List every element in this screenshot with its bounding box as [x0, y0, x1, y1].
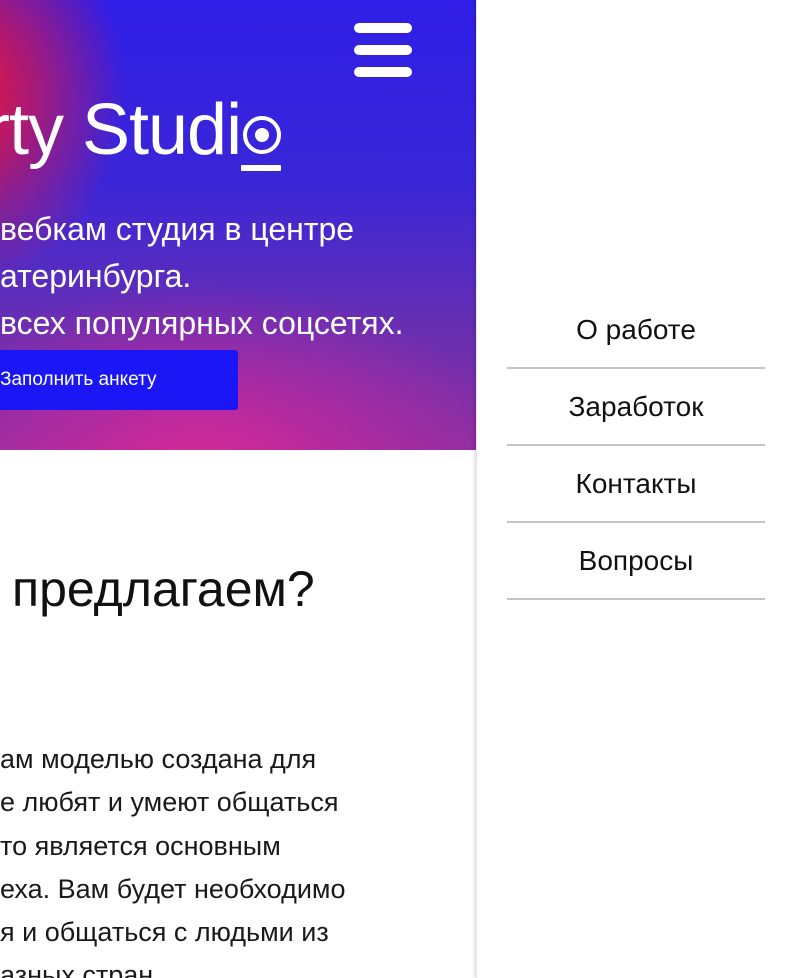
paragraph-line: еха. Вам будет необходимо — [0, 873, 346, 904]
tagline-line: атеринбурга. — [0, 258, 192, 294]
nav-item-questions[interactable]: Вопросы — [507, 524, 765, 600]
hero-banner: rty Studi вебкам студия в центре атеринб… — [0, 0, 476, 450]
nav-menu: О работе Заработок Контакты Вопросы — [507, 293, 765, 600]
paragraph-line: я и общаться с людьми из — [0, 917, 329, 948]
tagline-line: вебкам студия в центре — [0, 211, 355, 247]
menu-bar — [354, 23, 412, 33]
nav-item-about-work[interactable]: О работе — [507, 293, 765, 369]
brand-logo[interactable]: rty Studi — [0, 86, 283, 176]
paragraph-line: е любят и умеют общаться — [0, 787, 339, 818]
fill-application-button[interactable]: Заполнить анкету — [0, 350, 238, 410]
section-paragraph: ам моделью создана для е любят и умеют о… — [0, 738, 476, 978]
nav-item-earnings[interactable]: Заработок — [507, 370, 765, 446]
brand-logo-o-icon — [241, 86, 283, 174]
paragraph-line: ам моделью создана для — [0, 744, 317, 774]
brand-text: rty Studi — [0, 90, 242, 170]
hamburger-menu-icon[interactable] — [354, 22, 412, 78]
page: rty Studi вебкам студия в центре атеринб… — [0, 0, 794, 978]
nav-item-contacts[interactable]: Контакты — [507, 447, 765, 523]
section-heading: предлагаем? — [12, 561, 315, 617]
tagline-line: всех популярных соцсетях. — [0, 305, 404, 341]
menu-bar — [354, 67, 412, 77]
nav-drawer: О работе Заработок Контакты Вопросы — [476, 0, 794, 978]
menu-bar — [354, 45, 412, 55]
paragraph-line: азных стран — [0, 960, 154, 978]
hero-tagline: вебкам студия в центре атеринбурга. всех… — [0, 206, 403, 347]
paragraph-line: то является основным — [0, 830, 281, 861]
